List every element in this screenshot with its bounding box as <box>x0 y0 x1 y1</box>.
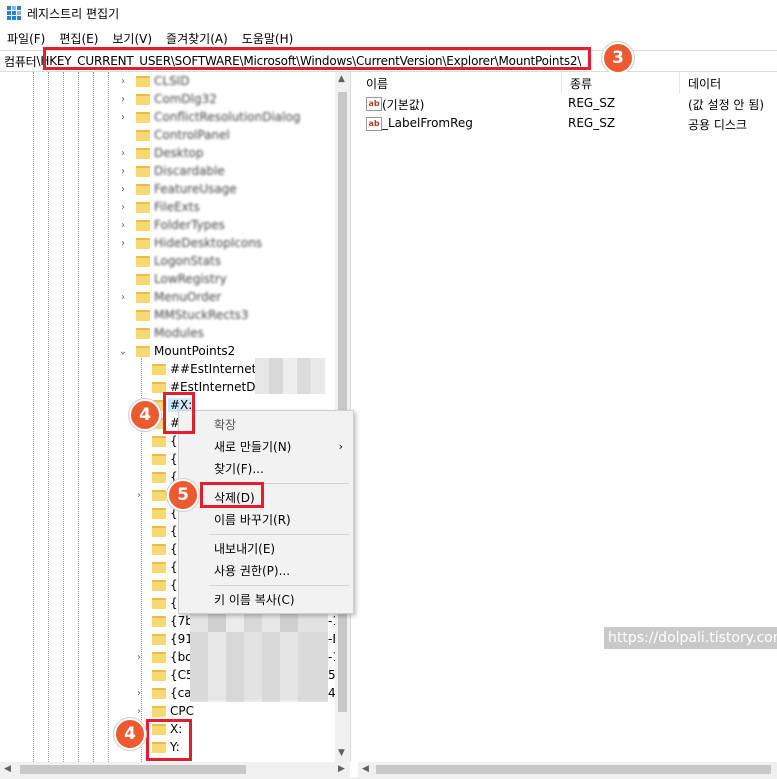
registry-editor-icon <box>7 6 21 20</box>
annotation-box-delete <box>200 482 264 508</box>
chevron-right-icon[interactable]: › <box>118 166 128 177</box>
ctx-find[interactable]: 찾기(F)... <box>179 457 353 479</box>
chevron-down-icon[interactable]: ⌄ <box>118 346 128 357</box>
folder-icon <box>152 490 166 501</box>
annotation-box-x-key <box>163 392 195 434</box>
values-horizontal-scrollbar[interactable]: ◀ <box>358 762 777 777</box>
chevron-right-icon[interactable]: › <box>134 652 144 663</box>
folder-icon <box>136 346 150 357</box>
folder-icon <box>152 562 166 573</box>
folder-icon <box>136 274 150 285</box>
chevron-right-icon[interactable]: › <box>118 292 128 303</box>
scroll-thumb[interactable] <box>20 765 246 774</box>
title-bar: 레지스트리 편집기 <box>0 0 777 26</box>
folder-icon <box>136 94 150 105</box>
menu-edit[interactable]: 편집(E) <box>59 30 98 47</box>
folder-icon <box>136 76 150 87</box>
menu-divider <box>209 534 349 535</box>
chevron-right-icon[interactable]: › <box>118 220 128 231</box>
chevron-right-icon[interactable]: › <box>118 148 128 159</box>
chevron-right-icon[interactable]: › <box>118 184 128 195</box>
folder-icon <box>152 364 166 375</box>
folder-icon <box>136 166 150 177</box>
scroll-left-icon[interactable]: ◀ <box>362 764 369 774</box>
context-menu: 확장 새로 만들기(N) › 찾기(F)... 삭제(D) 이름 바꾸기(R) 내… <box>178 410 354 614</box>
folder-icon <box>136 112 150 123</box>
scroll-thumb[interactable] <box>376 765 771 774</box>
chevron-right-icon[interactable]: › <box>118 112 128 123</box>
folder-icon <box>136 310 150 321</box>
ctx-new[interactable]: 새로 만들기(N) › <box>179 435 353 457</box>
menu-help[interactable]: 도움말(H) <box>242 30 294 47</box>
folder-icon <box>152 706 166 717</box>
window-title: 레지스트리 편집기 <box>27 6 120 21</box>
folder-icon <box>152 526 166 537</box>
menu-favorites[interactable]: 즐겨찾기(A) <box>166 30 228 47</box>
folder-icon <box>152 580 166 591</box>
address-label: 컴퓨터 <box>4 54 37 69</box>
ctx-rename[interactable]: 이름 바꾸기(R) <box>179 508 353 530</box>
folder-icon <box>136 148 150 159</box>
folder-icon <box>152 436 166 447</box>
scroll-thumb[interactable] <box>338 92 347 712</box>
menu-divider <box>209 585 349 586</box>
folder-icon <box>152 616 166 627</box>
tree-horizontal-scrollbar[interactable]: ◀ ▶ <box>0 762 350 777</box>
ctx-permissions[interactable]: 사용 권한(P)... <box>179 559 353 581</box>
scroll-up-icon[interactable]: ▲ <box>338 74 345 84</box>
folder-icon <box>152 634 166 645</box>
step-5-badge: 5 <box>167 479 199 511</box>
folder-icon <box>152 454 166 465</box>
folder-icon <box>152 472 166 483</box>
ctx-export[interactable]: 내보내기(E) <box>179 537 353 559</box>
scroll-left-icon[interactable]: ◀ <box>4 764 11 774</box>
submenu-arrow-icon: › <box>338 439 343 453</box>
scroll-right-icon[interactable]: ▶ <box>338 764 345 774</box>
chevron-right-icon[interactable]: › <box>134 706 144 717</box>
scroll-down-icon[interactable]: ▼ <box>338 748 345 758</box>
step-4-badge: 4 <box>129 399 161 431</box>
watermark: https://dolpali.tistory.com <box>604 627 777 649</box>
string-value-icon: ab <box>366 117 382 131</box>
chevron-right-icon[interactable]: › <box>118 76 128 87</box>
address-highlight-box <box>43 47 591 70</box>
chevron-right-icon[interactable]: › <box>118 202 128 213</box>
step-4-badge-second: 4 <box>114 718 146 750</box>
string-value-icon: ab <box>366 97 382 111</box>
chevron-right-icon[interactable]: › <box>134 688 144 699</box>
folder-icon <box>136 238 150 249</box>
folder-icon <box>152 670 166 681</box>
folder-icon <box>136 130 150 141</box>
menu-view[interactable]: 보기(V) <box>112 30 152 47</box>
chevron-right-icon[interactable]: › <box>118 94 128 105</box>
chevron-right-icon[interactable]: › <box>134 490 144 501</box>
folder-icon <box>136 220 150 231</box>
column-type[interactable]: 종류 <box>562 72 680 94</box>
folder-icon <box>152 652 166 663</box>
step-3-badge: 3 <box>602 42 634 74</box>
folder-icon <box>136 292 150 303</box>
folder-icon <box>136 328 150 339</box>
folder-icon <box>136 184 150 195</box>
column-name[interactable]: 이름 <box>358 72 562 94</box>
folder-icon <box>152 508 166 519</box>
folder-icon <box>152 544 166 555</box>
menu-file[interactable]: 파일(F) <box>7 30 45 47</box>
ctx-expand[interactable]: 확장 <box>179 413 353 435</box>
folder-icon <box>136 256 150 267</box>
folder-icon <box>136 202 150 213</box>
folder-icon <box>152 598 166 609</box>
values-pane[interactable]: 이름 종류 데이터 ab (기본값) REG_SZ (값 설정 안 됨) ab … <box>358 72 777 762</box>
mosaic-block <box>255 358 325 394</box>
column-data[interactable]: 데이터 <box>680 72 777 94</box>
folder-icon <box>152 688 166 699</box>
value-row[interactable]: ab (기본값) REG_SZ (값 설정 안 됨) <box>358 94 777 114</box>
value-row[interactable]: ab _LabelFromReg REG_SZ 공용 디스크 <box>358 114 777 134</box>
menu-bar: 파일(F) 편집(E) 보기(V) 즐겨찾기(A) 도움말(H) <box>0 28 300 48</box>
chevron-right-icon[interactable]: › <box>118 238 128 249</box>
mosaic-block <box>190 632 328 702</box>
ctx-copy-key-name[interactable]: 키 이름 복사(C) <box>179 588 353 610</box>
annotation-box-xy-keys <box>146 719 192 761</box>
